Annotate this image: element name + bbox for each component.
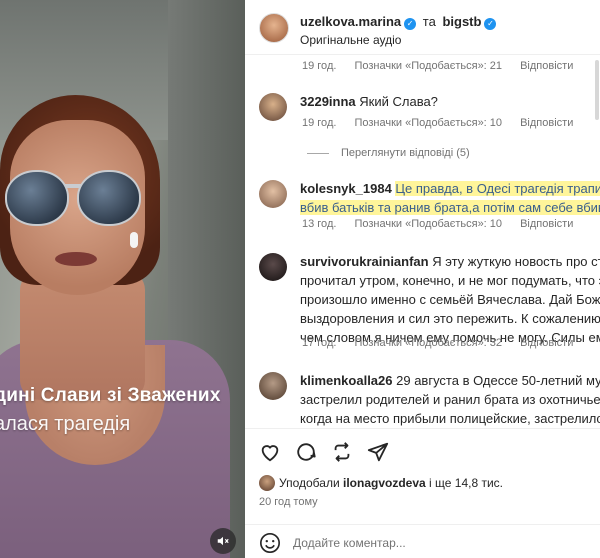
commenter-avatar[interactable]	[259, 93, 287, 121]
comment-body-line4: выздоровления и сил это пережить. К сожа…	[300, 311, 600, 326]
add-comment-bar	[245, 524, 600, 558]
heart-icon[interactable]	[259, 441, 281, 463]
post-panel: uzelkova.marina ✓ та bigstb ✓ Оригінальне …	[245, 0, 600, 558]
liked-by-user[interactable]: ilonagvozdeva	[343, 476, 426, 490]
comment-time: 19 год.	[302, 117, 337, 129]
video-player[interactable]: дині Слави зі Зважених алася трагедія	[0, 0, 245, 558]
post-authors: uzelkova.marina ✓ та bigstb ✓	[300, 14, 497, 30]
liker-avatar[interactable]	[259, 475, 275, 491]
comment-input[interactable]	[293, 533, 543, 553]
repost-icon[interactable]	[331, 441, 353, 463]
comment-time: 17 год.	[302, 337, 337, 349]
comments-scrollbar[interactable]	[595, 60, 599, 120]
emoji-icon[interactable]	[259, 532, 281, 554]
comment-time: 19 год.	[302, 60, 337, 72]
comment-text: 3229inna Який Слава?	[300, 92, 600, 111]
comment-meta: 17 год. Позначки «Подобається»: 32 Відпо…	[302, 337, 588, 349]
comment-text: survivorukrainianfan Я эту жуткую новост…	[300, 252, 600, 347]
comment-time: 13 год.	[302, 218, 337, 230]
liked-by: Уподобали ilonagvozdeva і ще 14,8 тис.	[259, 475, 503, 491]
video-caption: дині Слави зі Зважених алася трагедія	[0, 385, 245, 436]
comment-meta: 19 год. Позначки «Подобається»: 10 Відпо…	[302, 117, 588, 129]
post-time: 20 год тому	[259, 496, 318, 508]
commenter-username[interactable]: kolesnyk_1984	[300, 181, 392, 196]
comment-likes-count[interactable]: Позначки «Подобається»: 10	[354, 218, 502, 230]
view-replies-button[interactable]: Переглянути відповіді (5)	[307, 147, 470, 159]
post-actions: Уподобали ilonagvozdeva і ще 14,8 тис. 2…	[245, 428, 600, 558]
liked-by-suffix[interactable]: і ще 14,8 тис.	[429, 476, 503, 490]
commenter-avatar[interactable]	[259, 180, 287, 208]
comment-reply-button[interactable]: Відповісти	[520, 218, 573, 230]
commenter-avatar[interactable]	[259, 372, 287, 400]
commenter-username[interactable]: survivorukrainianfan	[300, 254, 429, 269]
coauthor-username[interactable]: bigstb	[442, 14, 481, 29]
comment-reply-button[interactable]: Відповісти	[520, 337, 573, 349]
commenter-username[interactable]: 3229inna	[300, 94, 356, 109]
commenter-avatar[interactable]	[259, 253, 287, 281]
video-person-mouth	[55, 252, 97, 266]
liked-by-prefix: Уподобали	[279, 476, 340, 490]
comment-icon[interactable]	[295, 441, 317, 463]
speaker-muted-icon[interactable]	[210, 528, 236, 554]
comment-body: Який Слава?	[359, 94, 438, 109]
comment-likes-count[interactable]: Позначки «Подобається»: 10	[354, 117, 502, 129]
verified-badge-icon: ✓	[484, 18, 497, 30]
comment-body-line1: Я эту жуткую новость про стрель	[432, 254, 600, 269]
comment-body-line2: вбив батьків та ранив брата,а потім сам …	[300, 200, 600, 215]
view-replies-dash	[307, 152, 329, 154]
comment-text: klimenkoalla26 29 августа в Одессе 50-ле…	[300, 371, 600, 428]
video-caption-line2: алася трагедія	[0, 413, 131, 435]
comment-meta: 19 год. Позначки «Подобається»: 21 Відпо…	[302, 60, 588, 72]
audio-label[interactable]: Оригінальне аудіо	[300, 33, 401, 47]
video-person-earbud	[130, 232, 138, 248]
comment-text: kolesnyk_1984 Це правда, в Одесі трагеді…	[300, 179, 600, 217]
comment-reply-button[interactable]: Відповісти	[520, 117, 573, 129]
author-avatar[interactable]	[259, 13, 289, 43]
post-header: uzelkova.marina ✓ та bigstb ✓ Оригінальне …	[245, 0, 600, 55]
comment-body-line3: когда на место прибыли полицейские, заст…	[300, 411, 600, 426]
comment-meta: 13 год. Позначки «Подобається»: 10 Відпо…	[302, 218, 588, 230]
comment-likes-count[interactable]: Позначки «Подобається»: 32	[354, 337, 502, 349]
video-caption-line1: дині Слави зі Зважених	[0, 385, 221, 406]
comment-reply-button[interactable]: Відповісти	[520, 60, 573, 72]
author-conjunction: та	[422, 14, 436, 29]
comment-body-line1: 29 августа в Одессе 50-летний мужчин	[396, 373, 600, 388]
comment-likes-count[interactable]: Позначки «Подобається»: 21	[354, 60, 502, 72]
send-icon[interactable]	[367, 441, 389, 463]
comment-body-line3: произошло именно с семьёй Вячеслава. Дай…	[300, 292, 600, 307]
comment-body-line2: прочитал утром, конечно, и не мог подума…	[300, 273, 600, 288]
author-username[interactable]: uzelkova.marina	[300, 14, 401, 29]
verified-badge-icon: ✓	[404, 18, 417, 30]
video-person-sunglasses	[5, 170, 145, 230]
commenter-username[interactable]: klimenkoalla26	[300, 373, 393, 388]
comment-body-line1: Це правда, в Одесі трагедія трапилася,	[395, 181, 600, 196]
view-replies-label: Переглянути відповіді (5)	[341, 147, 470, 159]
comment-body-line2: застрелил родителей и ранил брата из охо…	[300, 392, 600, 407]
